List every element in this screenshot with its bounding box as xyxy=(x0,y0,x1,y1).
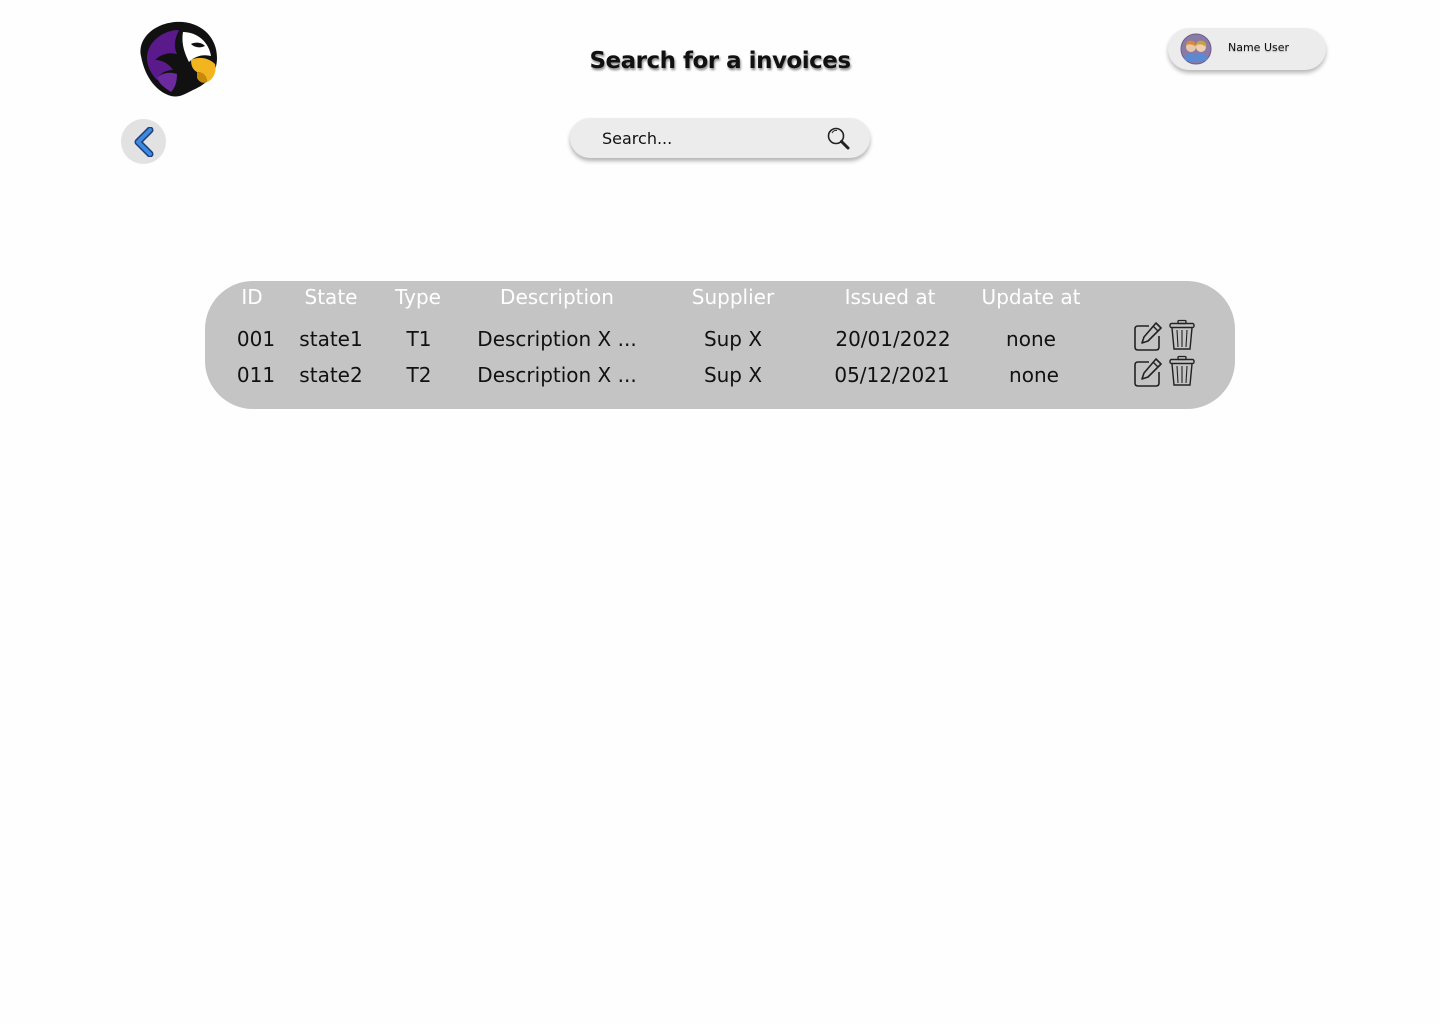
trash-icon[interactable] xyxy=(1167,355,1197,387)
page: Search for a invoices Name User Search..… xyxy=(0,0,1440,1024)
edit-icon[interactable] xyxy=(1132,357,1162,389)
cell-state: state2 xyxy=(299,363,363,387)
invoices-table: ID State Type Description Supplier Issue… xyxy=(205,281,1235,409)
header-update-at: Update at xyxy=(981,285,1081,309)
cell-id: 001 xyxy=(236,327,276,351)
cell-update-at: none xyxy=(1006,327,1056,351)
user-name: Name User xyxy=(1228,41,1290,54)
page-title: Search for a invoices xyxy=(589,48,851,74)
cell-description: Description X ... xyxy=(477,327,637,351)
cell-type: T2 xyxy=(406,363,432,387)
user-avatar xyxy=(1180,33,1212,65)
cell-description: Description X ... xyxy=(477,363,637,387)
user-profile-button[interactable]: Name User xyxy=(1168,28,1326,70)
cell-issued-at: 05/12/2021 xyxy=(834,363,950,387)
header-type: Type xyxy=(395,285,441,309)
header-description: Description xyxy=(500,285,614,309)
header-id: ID xyxy=(241,285,263,309)
cell-supplier: Sup X xyxy=(703,327,763,351)
header-supplier: Supplier xyxy=(691,285,775,309)
cell-supplier: Sup X xyxy=(703,363,763,387)
trash-icon[interactable] xyxy=(1167,319,1197,351)
edit-icon[interactable] xyxy=(1132,321,1162,353)
back-button[interactable] xyxy=(121,119,166,164)
cell-state: state1 xyxy=(299,327,363,351)
search-icon[interactable] xyxy=(826,126,852,152)
header-issued-at: Issued at xyxy=(844,285,936,309)
header-state: State xyxy=(304,285,358,309)
cell-type: T1 xyxy=(406,327,432,351)
chevron-left-icon xyxy=(134,127,154,157)
cell-id: 011 xyxy=(236,363,276,387)
search-input[interactable] xyxy=(602,126,812,150)
search-bar xyxy=(570,118,870,158)
cell-issued-at: 20/01/2022 xyxy=(835,327,951,351)
cell-update-at: none xyxy=(1009,363,1059,387)
hawk-logo xyxy=(140,21,217,97)
